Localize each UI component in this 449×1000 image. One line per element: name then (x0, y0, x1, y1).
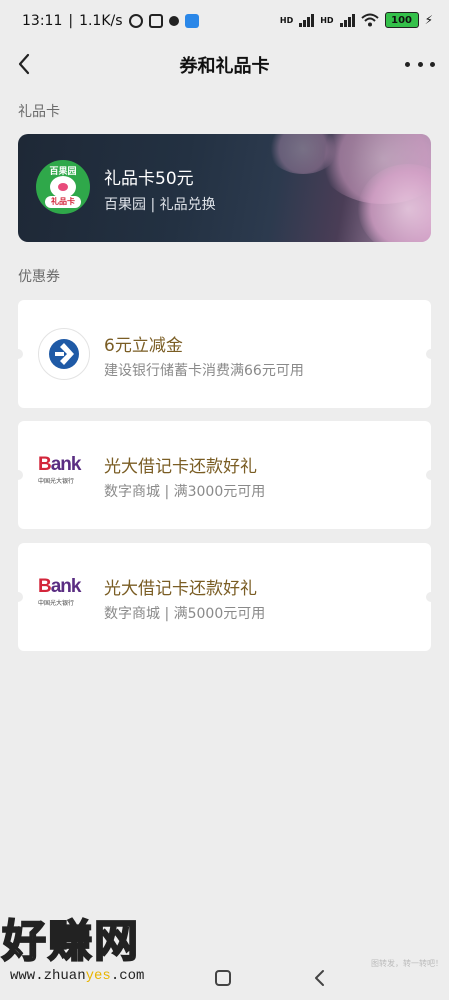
coupon-notch (13, 470, 23, 480)
nav-bar: 券和礼品卡 (0, 44, 449, 84)
ccb-emblem-icon (49, 339, 79, 369)
coupon-subtitle: 数字商城 | 满3000元可用 (104, 484, 266, 500)
gift-card[interactable]: 百果园 礼品卡 礼品卡50元 百果园 | 礼品兑换 (18, 134, 431, 242)
hd-label-1: HD (279, 15, 294, 25)
ceb-logo: Bank 中国光大银行 (38, 577, 90, 617)
wifi-icon (360, 13, 379, 27)
charging-icon: ⚡ (424, 13, 433, 27)
logo-fruit-icon (50, 176, 76, 198)
ceb-logo-word: Bank (38, 576, 81, 597)
status-right: HD HD 100 ⚡ (280, 12, 433, 28)
recent-apps-icon[interactable] (215, 970, 231, 986)
ceb-logo: Bank 中国光大银行 (38, 455, 90, 495)
coupon-item[interactable]: 6元立减金 建设银行储蓄卡消费满66元可用 (13, 300, 436, 408)
ceb-logo-word: Bank (38, 454, 81, 475)
coupon-section-label: 优惠券 (18, 269, 60, 285)
baiguoyuan-logo: 百果园 礼品卡 (36, 160, 90, 214)
record-dot-icon (168, 16, 179, 26)
ceb-logo-cn: 中国光大银行 (38, 478, 75, 485)
coupon-notch (426, 592, 436, 602)
coupon-item[interactable]: Bank 中国光大银行 光大借记卡还款好礼 数字商城 | 满3000元可用 (13, 421, 436, 529)
coupon-notch (426, 470, 436, 480)
page-title: 券和礼品卡 (179, 56, 270, 77)
ccb-logo (38, 328, 90, 380)
alarm-icon (128, 14, 143, 28)
signal-icon-1 (299, 13, 315, 27)
coupon-title: 光大借记卡还款好礼 (104, 457, 257, 477)
coupon-item[interactable]: Bank 中国光大银行 光大借记卡还款好礼 数字商城 | 满5000元可用 (13, 543, 436, 651)
system-back-icon[interactable] (310, 968, 330, 988)
ceb-logo-cn: 中国光大银行 (38, 600, 75, 607)
hd-label-2: HD (320, 15, 334, 25)
battery-icon: 100 (384, 12, 419, 28)
gift-card-subtitle: 百果园 | 礼品兑换 (104, 197, 216, 213)
nfc-icon (148, 14, 163, 28)
status-left: 13:11 | 1.1K/s (22, 13, 199, 29)
coupon-notch (13, 592, 23, 602)
coupon-subtitle: 建设银行储蓄卡消费满66元可用 (104, 363, 304, 379)
status-divider: | (68, 13, 74, 29)
status-speed: 1.1K/s (79, 13, 123, 29)
coupon-notch (13, 349, 23, 359)
gift-card-section-label: 礼品卡 (18, 104, 60, 120)
coupon-title: 光大借记卡还款好礼 (104, 579, 257, 599)
coupon-notch (426, 349, 436, 359)
signal-icon-2 (339, 13, 355, 27)
status-time: 13:11 (22, 13, 63, 29)
status-bar: 13:11 | 1.1K/s HD HD 100 ⚡ (0, 0, 449, 44)
more-icon[interactable] (405, 52, 435, 76)
coupon-title: 6元立减金 (104, 336, 183, 356)
system-nav-bar (0, 950, 449, 1000)
coupon-subtitle: 数字商城 | 满5000元可用 (104, 606, 266, 622)
app-notification-icon (184, 14, 199, 28)
logo-bottom-text: 礼品卡 (45, 196, 81, 208)
gift-card-title: 礼品卡50元 (104, 169, 194, 189)
